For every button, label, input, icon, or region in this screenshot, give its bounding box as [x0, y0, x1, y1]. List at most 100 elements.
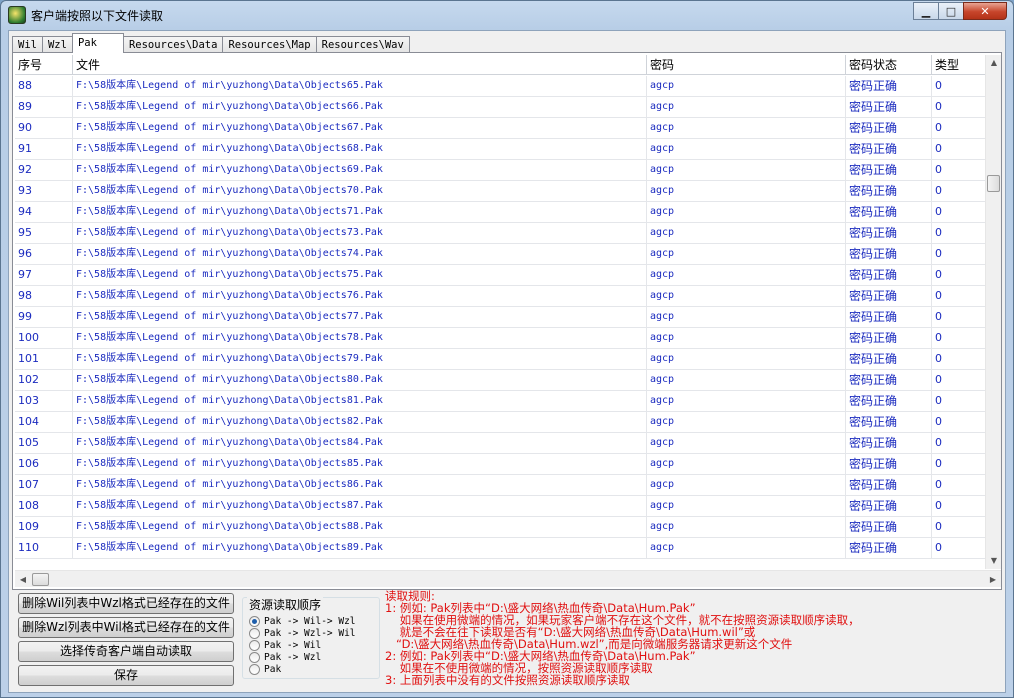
row-file-cell[interactable]: F:\58版本库\Legend of mir\yuzhong\Data\Obje… — [73, 391, 647, 411]
table-row[interactable]: 104 F:\58版本库\Legend of mir\yuzhong\Data\O… — [15, 412, 989, 433]
table-row[interactable]: 91 F:\58版本库\Legend of mir\yuzhong\Data\Ob… — [15, 139, 989, 160]
table-row[interactable]: 88 F:\58版本库\Legend of mir\yuzhong\Data\Ob… — [15, 76, 989, 97]
row-password-cell[interactable]: agcp — [647, 328, 846, 348]
order-option-pak-wzl[interactable]: Pak -> Wzl — [249, 651, 356, 663]
table-row[interactable]: 93 F:\58版本库\Legend of mir\yuzhong\Data\Ob… — [15, 181, 989, 202]
table-row[interactable]: 105 F:\58版本库\Legend of mir\yuzhong\Data\O… — [15, 433, 989, 454]
table-row[interactable]: 90 F:\58版本库\Legend of mir\yuzhong\Data\Ob… — [15, 118, 989, 139]
row-status-cell[interactable]: 密码正确 — [846, 160, 932, 180]
row-file-cell[interactable]: F:\58版本库\Legend of mir\yuzhong\Data\Obje… — [73, 433, 647, 453]
table-row[interactable]: 106 F:\58版本库\Legend of mir\yuzhong\Data\O… — [15, 454, 989, 475]
row-type-cell[interactable]: 0 — [932, 202, 989, 222]
row-status-cell[interactable]: 密码正确 — [846, 496, 932, 516]
row-no-cell[interactable]: 106 — [15, 454, 73, 474]
row-type-cell[interactable]: 0 — [932, 370, 989, 390]
order-option-pak[interactable]: Pak — [249, 663, 356, 675]
row-status-cell[interactable]: 密码正确 — [846, 181, 932, 201]
row-no-cell[interactable]: 88 — [15, 76, 73, 96]
row-no-cell[interactable]: 93 — [15, 181, 73, 201]
row-file-cell[interactable]: F:\58版本库\Legend of mir\yuzhong\Data\Obje… — [73, 118, 647, 138]
row-password-cell[interactable]: agcp — [647, 538, 846, 558]
row-type-cell[interactable]: 0 — [932, 433, 989, 453]
row-password-cell[interactable]: agcp — [647, 517, 846, 537]
row-password-cell[interactable]: agcp — [647, 202, 846, 222]
row-password-cell[interactable]: agcp — [647, 454, 846, 474]
row-status-cell[interactable]: 密码正确 — [846, 265, 932, 285]
row-status-cell[interactable]: 密码正确 — [846, 433, 932, 453]
horizontal-scrollbar[interactable]: ◀ ▶ — [15, 570, 1001, 587]
row-file-cell[interactable]: F:\58版本库\Legend of mir\yuzhong\Data\Obje… — [73, 454, 647, 474]
tab-wil[interactable]: Wil — [12, 36, 43, 53]
scroll-down-arrow-icon[interactable]: ▼ — [986, 553, 1001, 569]
row-type-cell[interactable]: 0 — [932, 244, 989, 264]
row-password-cell[interactable]: agcp — [647, 391, 846, 411]
table-row[interactable]: 97 F:\58版本库\Legend of mir\yuzhong\Data\Ob… — [15, 265, 989, 286]
scroll-right-arrow-icon[interactable]: ▶ — [985, 571, 1001, 587]
row-status-cell[interactable]: 密码正确 — [846, 223, 932, 243]
row-type-cell[interactable]: 0 — [932, 97, 989, 117]
row-password-cell[interactable]: agcp — [647, 307, 846, 327]
row-password-cell[interactable]: agcp — [647, 370, 846, 390]
tab-resources-wav[interactable]: Resources\Wav — [315, 36, 410, 53]
table-row[interactable]: 100 F:\58版本库\Legend of mir\yuzhong\Data\O… — [15, 328, 989, 349]
row-no-cell[interactable]: 99 — [15, 307, 73, 327]
save-button[interactable]: 保存 — [18, 665, 234, 686]
delete-wil-duplicates-button[interactable]: 删除Wil列表中Wzl格式已经存在的文件 — [18, 593, 234, 614]
maximize-button[interactable]: □ — [938, 2, 964, 20]
row-status-cell[interactable]: 密码正确 — [846, 286, 932, 306]
row-status-cell[interactable]: 密码正确 — [846, 139, 932, 159]
row-password-cell[interactable]: agcp — [647, 286, 846, 306]
scroll-up-arrow-icon[interactable]: ▲ — [986, 55, 1001, 71]
column-header-status[interactable]: 密码状态 — [846, 55, 932, 75]
row-type-cell[interactable]: 0 — [932, 538, 989, 558]
row-type-cell[interactable]: 0 — [932, 223, 989, 243]
table-row[interactable]: 107 F:\58版本库\Legend of mir\yuzhong\Data\O… — [15, 475, 989, 496]
row-password-cell[interactable]: agcp — [647, 349, 846, 369]
row-no-cell[interactable]: 98 — [15, 286, 73, 306]
order-option-pak-wzl-wil[interactable]: Pak -> Wzl-> Wil — [249, 627, 356, 639]
row-status-cell[interactable]: 密码正确 — [846, 307, 932, 327]
row-file-cell[interactable]: F:\58版本库\Legend of mir\yuzhong\Data\Obje… — [73, 160, 647, 180]
row-file-cell[interactable]: F:\58版本库\Legend of mir\yuzhong\Data\Obje… — [73, 307, 647, 327]
row-no-cell[interactable]: 89 — [15, 97, 73, 117]
table-row[interactable]: 110 F:\58版本库\Legend of mir\yuzhong\Data\O… — [15, 538, 989, 559]
row-no-cell[interactable]: 97 — [15, 265, 73, 285]
row-status-cell[interactable]: 密码正确 — [846, 370, 932, 390]
row-no-cell[interactable]: 100 — [15, 328, 73, 348]
row-status-cell[interactable]: 密码正确 — [846, 118, 932, 138]
table-row[interactable]: 102 F:\58版本库\Legend of mir\yuzhong\Data\O… — [15, 370, 989, 391]
order-option-pak-wil[interactable]: Pak -> Wil — [249, 639, 356, 651]
row-type-cell[interactable]: 0 — [932, 118, 989, 138]
row-type-cell[interactable]: 0 — [932, 391, 989, 411]
row-no-cell[interactable]: 95 — [15, 223, 73, 243]
table-row[interactable]: 94 F:\58版本库\Legend of mir\yuzhong\Data\Ob… — [15, 202, 989, 223]
vertical-scrollbar[interactable]: ▲ ▼ — [985, 55, 1001, 569]
row-file-cell[interactable]: F:\58版本库\Legend of mir\yuzhong\Data\Obje… — [73, 370, 647, 390]
table-row[interactable]: 98 F:\58版本库\Legend of mir\yuzhong\Data\Ob… — [15, 286, 989, 307]
tab-resources-data[interactable]: Resources\Data — [122, 36, 224, 53]
row-password-cell[interactable]: agcp — [647, 265, 846, 285]
row-password-cell[interactable]: agcp — [647, 97, 846, 117]
row-password-cell[interactable]: agcp — [647, 475, 846, 495]
row-password-cell[interactable]: agcp — [647, 496, 846, 516]
row-type-cell[interactable]: 0 — [932, 286, 989, 306]
row-password-cell[interactable]: agcp — [647, 76, 846, 96]
row-no-cell[interactable]: 109 — [15, 517, 73, 537]
table-row[interactable]: 89 F:\58版本库\Legend of mir\yuzhong\Data\Ob… — [15, 97, 989, 118]
row-status-cell[interactable]: 密码正确 — [846, 76, 932, 96]
row-type-cell[interactable]: 0 — [932, 328, 989, 348]
row-type-cell[interactable]: 0 — [932, 76, 989, 96]
row-status-cell[interactable]: 密码正确 — [846, 391, 932, 411]
row-status-cell[interactable]: 密码正确 — [846, 349, 932, 369]
row-file-cell[interactable]: F:\58版本库\Legend of mir\yuzhong\Data\Obje… — [73, 265, 647, 285]
minimize-button[interactable]: ▁ — [913, 2, 939, 20]
row-type-cell[interactable]: 0 — [932, 307, 989, 327]
row-status-cell[interactable]: 密码正确 — [846, 517, 932, 537]
row-no-cell[interactable]: 92 — [15, 160, 73, 180]
row-file-cell[interactable]: F:\58版本库\Legend of mir\yuzhong\Data\Obje… — [73, 97, 647, 117]
row-type-cell[interactable]: 0 — [932, 349, 989, 369]
table-row[interactable]: 108 F:\58版本库\Legend of mir\yuzhong\Data\O… — [15, 496, 989, 517]
row-no-cell[interactable]: 90 — [15, 118, 73, 138]
row-password-cell[interactable]: agcp — [647, 412, 846, 432]
row-status-cell[interactable]: 密码正确 — [846, 412, 932, 432]
